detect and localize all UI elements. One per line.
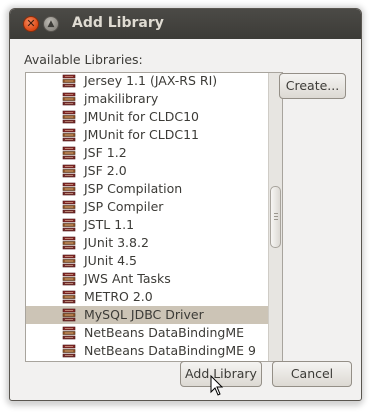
- library-name: MySQL JDBC Driver: [84, 307, 204, 322]
- scrollbar-thumb[interactable]: [270, 186, 281, 248]
- library-name: JSP Compiler: [84, 199, 164, 214]
- library-name: JMUnit for CLDC11: [84, 127, 200, 142]
- grip-line: [274, 219, 278, 220]
- available-libraries-text: Available Libraries:: [24, 52, 143, 67]
- grip-line: [274, 216, 278, 217]
- cancel-button-label: Cancel: [290, 366, 334, 381]
- window-title: Add Library: [72, 15, 164, 31]
- vertical-scrollbar[interactable]: [268, 73, 282, 361]
- jar-library-icon: [62, 290, 76, 304]
- list-item[interactable]: JMUnit for CLDC11: [26, 126, 269, 144]
- mouse-pointer-icon: [210, 375, 224, 396]
- jar-library-icon: [62, 164, 76, 178]
- library-name: JSP Compilation: [84, 181, 183, 196]
- list-item[interactable]: Jersey 1.1 (JAX-RS RI): [26, 73, 269, 90]
- jar-library-icon: [62, 110, 76, 124]
- add-library-dialog: ✕ ▲ Add Library Available Libraries: Jer…: [9, 8, 362, 401]
- cancel-button[interactable]: Cancel: [272, 361, 352, 387]
- library-name: JSTL 1.1: [84, 217, 135, 232]
- list-item[interactable]: NetBeans DataBindingME 9: [26, 342, 269, 360]
- libraries-rows: Jersey 1.1 (JAX-RS RI) jmakilibrary JMUn…: [26, 73, 269, 360]
- list-item[interactable]: JUnit 3.8.2: [26, 234, 269, 252]
- close-icon[interactable]: ✕: [23, 16, 39, 32]
- list-item[interactable]: JWS Ant Tasks: [26, 270, 269, 288]
- library-name: JWS Ant Tasks: [84, 271, 171, 286]
- list-item[interactable]: METRO 2.0: [26, 288, 269, 306]
- library-name: Jersey 1.1 (JAX-RS RI): [84, 73, 218, 88]
- library-name: JSF 2.0: [84, 163, 127, 178]
- list-item[interactable]: NetBeans DataBindingME: [26, 324, 269, 342]
- maximize-icon[interactable]: ▲: [43, 16, 59, 32]
- jar-library-icon: [62, 128, 76, 142]
- list-item[interactable]: JSTL 1.1: [26, 216, 269, 234]
- library-name: JUnit 3.8.2: [84, 235, 149, 250]
- available-libraries-label: Available Libraries:: [24, 52, 143, 67]
- jar-library-icon: [62, 272, 76, 286]
- grip-line: [274, 213, 278, 214]
- list-item[interactable]: jmakilibrary: [26, 90, 269, 108]
- jar-library-icon: [62, 218, 76, 232]
- jar-library-icon: [62, 254, 76, 268]
- jar-library-icon: [62, 200, 76, 214]
- list-item[interactable]: JMUnit for CLDC10: [26, 108, 269, 126]
- library-name: JMUnit for CLDC10: [84, 109, 200, 124]
- library-name: jmakilibrary: [84, 91, 159, 106]
- library-name: JSF 1.2: [84, 145, 127, 160]
- libraries-list[interactable]: Jersey 1.1 (JAX-RS RI) jmakilibrary JMUn…: [25, 72, 283, 362]
- create-button-label: Create...: [285, 78, 340, 93]
- jar-library-icon: [62, 182, 76, 196]
- list-item[interactable]: JSP Compilation: [26, 180, 269, 198]
- list-item[interactable]: JSF 2.0: [26, 162, 269, 180]
- library-name: NetBeans DataBindingME: [84, 325, 245, 340]
- jar-library-icon: [62, 344, 76, 358]
- jar-library-icon: [62, 92, 76, 106]
- create-button[interactable]: Create...: [279, 73, 346, 99]
- list-item[interactable]: JSP Compiler: [26, 198, 269, 216]
- list-item[interactable]: MySQL JDBC Driver: [26, 306, 269, 324]
- jar-library-icon: [62, 146, 76, 160]
- list-item[interactable]: JSF 1.2: [26, 144, 269, 162]
- library-name: NetBeans DataBindingME 9: [84, 343, 256, 358]
- jar-library-icon: [62, 326, 76, 340]
- jar-library-icon: [62, 74, 76, 88]
- list-item[interactable]: JUnit 4.5: [26, 252, 269, 270]
- library-name: JUnit 4.5: [84, 253, 137, 268]
- jar-library-icon: [62, 308, 76, 322]
- jar-library-icon: [62, 236, 76, 250]
- title-bar[interactable]: ✕ ▲ Add Library: [10, 9, 361, 39]
- library-name: METRO 2.0: [84, 289, 153, 304]
